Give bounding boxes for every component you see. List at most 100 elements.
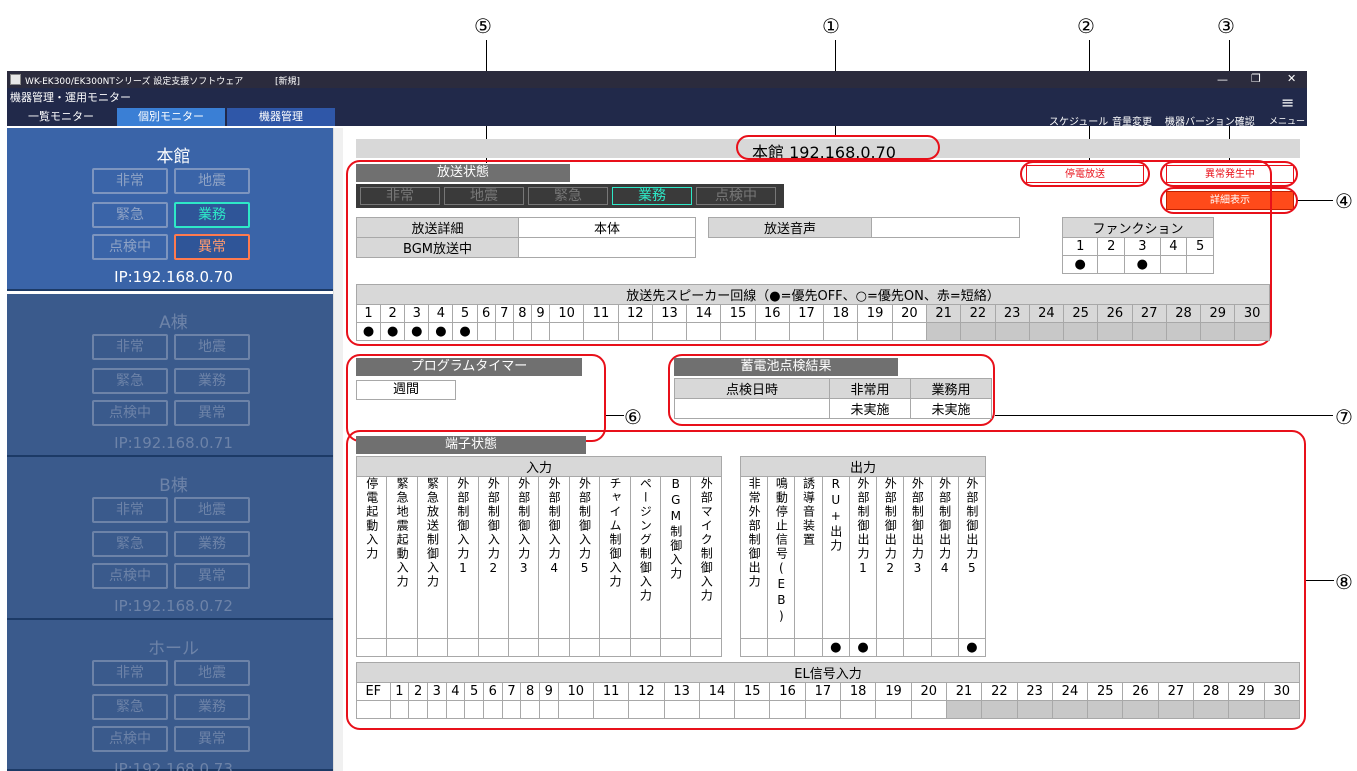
callout-2: ②	[1077, 14, 1095, 38]
battery-col-business: 業務用	[910, 378, 992, 399]
input-mark	[386, 638, 418, 657]
output-mark: ●	[848, 638, 878, 657]
speaker-col: 23	[994, 304, 1030, 323]
el-col: 16	[769, 682, 806, 701]
speaker-mark	[583, 322, 619, 341]
el-col: 17	[804, 682, 842, 701]
building-status-button[interactable]: 異常	[174, 400, 250, 426]
el-col: 12	[628, 682, 665, 701]
output-mark	[767, 638, 796, 657]
el-col: 3	[426, 682, 447, 701]
building-status-button[interactable]: 緊急	[92, 202, 168, 228]
tab-device-management[interactable]: 機器管理	[227, 108, 335, 126]
el-col: 10	[557, 682, 594, 701]
input-label: 外部制御入力4	[547, 477, 562, 577]
input-mark	[660, 638, 692, 657]
speaker-col: 6	[476, 304, 496, 323]
building-card[interactable]: A棟 非常 地震 緊急 業務 点検中 異常 IP:192.168.0.71	[7, 294, 340, 457]
el-col: 26	[1122, 682, 1159, 701]
building-status-button[interactable]: 地震	[174, 168, 250, 194]
speaker-col: 11	[583, 304, 619, 323]
building-card[interactable]: 本館 非常 地震 緊急 業務 点検中 異常 IP:192.168.0.70	[7, 128, 340, 291]
output-label: 外部制御出力2	[883, 477, 898, 577]
building-status-button[interactable]: 点検中	[92, 563, 168, 589]
battery-col-date: 点検日時	[674, 378, 830, 399]
building-status-button[interactable]: 業務	[174, 202, 250, 228]
terminal-header: 端子状態	[356, 436, 586, 454]
speaker-mark	[651, 322, 688, 341]
bgm-value	[518, 237, 696, 258]
building-status-button[interactable]: 非常	[92, 497, 168, 523]
el-mark	[557, 700, 594, 719]
building-status-button[interactable]: 点検中	[92, 726, 168, 752]
left-scrollbar[interactable]	[333, 128, 343, 771]
speaker-mark	[530, 322, 551, 341]
speaker-mark	[512, 322, 532, 341]
speaker-mark	[476, 322, 496, 341]
building-card[interactable]: B棟 非常 地震 緊急 業務 点検中 異常 IP:192.168.0.72	[7, 457, 340, 620]
function-col: 3	[1124, 237, 1161, 256]
building-status-button[interactable]: 地震	[174, 660, 250, 686]
callout-6: ⑥	[624, 405, 642, 429]
callout-4: ④	[1335, 189, 1353, 213]
speaker-header: 放送先スピーカー回線（●=優先OFF、○=優先ON、赤=短絡）	[356, 284, 1270, 305]
building-status-button[interactable]: 点検中	[92, 234, 168, 260]
schedule-button[interactable]: スケジュール	[1049, 113, 1108, 128]
speaker-mark: ●	[452, 322, 478, 341]
audio-value	[871, 217, 1020, 238]
speaker-mark	[1165, 322, 1202, 341]
tab-list-monitor[interactable]: 一覧モニター	[7, 108, 115, 126]
battery-date	[674, 398, 830, 419]
output-mark	[903, 638, 932, 657]
speaker-mark	[1234, 322, 1270, 341]
el-col: 13	[663, 682, 700, 701]
menu-icon[interactable]: ≡	[1281, 93, 1294, 112]
battery-business: 未実施	[910, 398, 992, 419]
building-status-button[interactable]: 地震	[174, 497, 250, 523]
building-status-button[interactable]: 緊急	[92, 368, 168, 394]
building-status-button[interactable]: 異常	[174, 234, 250, 260]
function-col: 4	[1159, 237, 1188, 256]
building-status-button[interactable]: 地震	[174, 334, 250, 360]
el-mark	[389, 700, 410, 719]
building-status-button[interactable]: 緊急	[92, 531, 168, 557]
building-status-button[interactable]: 業務	[174, 368, 250, 394]
speaker-mark	[788, 322, 825, 341]
volume-change-button[interactable]: 音量変更	[1112, 113, 1152, 128]
el-col: 30	[1263, 682, 1301, 701]
close-button[interactable]: ✕	[1287, 72, 1296, 85]
input-mark	[599, 638, 631, 657]
el-col: 21	[945, 682, 983, 701]
building-status-button[interactable]: 非常	[92, 660, 168, 686]
building-status-button[interactable]: 緊急	[92, 694, 168, 720]
building-status-button[interactable]: 非常	[92, 334, 168, 360]
building-status-button[interactable]: 業務	[174, 694, 250, 720]
minimize-button[interactable]: —	[1217, 73, 1228, 86]
input-mark	[629, 638, 662, 657]
speaker-col: 1	[355, 304, 382, 323]
tab-individual-monitor[interactable]: 個別モニター	[117, 108, 225, 126]
el-mark	[1192, 700, 1230, 719]
speaker-mark	[823, 322, 859, 341]
output-label: 外部制御出力4	[937, 477, 952, 577]
menu-label[interactable]: メニュー	[1269, 114, 1305, 127]
el-col: 27	[1157, 682, 1194, 701]
tab-label: 一覧モニター	[28, 110, 94, 123]
speaker-col: 26	[1097, 304, 1133, 323]
restore-button[interactable]: ❐	[1251, 72, 1261, 85]
building-status-button[interactable]: 異常	[174, 563, 250, 589]
el-mark	[945, 700, 983, 719]
building-status-button[interactable]: 異常	[174, 726, 250, 752]
version-check-button[interactable]: 機器バージョン確認	[1165, 113, 1255, 128]
building-status-button[interactable]: 非常	[92, 168, 168, 194]
building-status-button[interactable]: 点検中	[92, 400, 168, 426]
building-card[interactable]: ホール 非常 地震 緊急 業務 点検中 異常 IP:192.168.0.73	[7, 620, 340, 771]
el-col: 14	[698, 682, 736, 701]
speaker-mark	[891, 322, 927, 341]
building-status-button[interactable]: 業務	[174, 531, 250, 557]
el-col: 23	[1016, 682, 1053, 701]
output-label: 外部制御出力3	[910, 477, 925, 577]
speaker-mark: ●	[428, 322, 454, 341]
output-mark	[739, 638, 769, 657]
speaker-col: 29	[1200, 304, 1236, 323]
